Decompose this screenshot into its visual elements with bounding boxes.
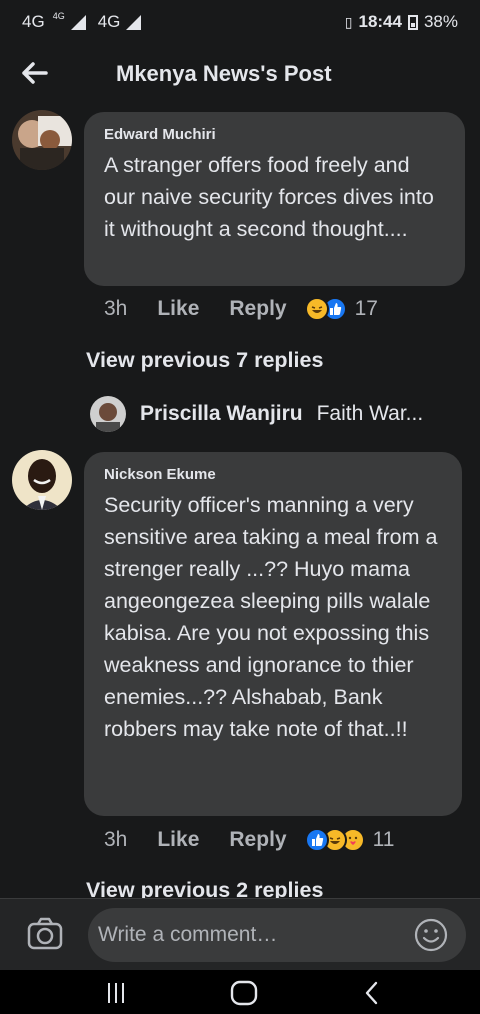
like-button[interactable]: Like xyxy=(157,828,199,852)
comment-author[interactable]: Edward Muchiri xyxy=(104,126,445,143)
battery-percent: 38% xyxy=(423,12,458,31)
comment-actions: 3h Like Reply 11 xyxy=(104,828,394,852)
system-nav-bar xyxy=(0,970,480,1014)
avatar[interactable] xyxy=(12,450,72,510)
page-title: Mkenya News's Post xyxy=(116,61,332,86)
status-right: ▯ 18:44 38% xyxy=(345,12,458,32)
reaction-summary[interactable] xyxy=(304,297,347,321)
reply-preview[interactable]: Priscilla Wanjiru Faith War... xyxy=(90,396,423,432)
comment-time[interactable]: 3h xyxy=(104,828,127,852)
header: Mkenya News's Post xyxy=(0,44,480,102)
comment-composer xyxy=(0,898,480,970)
avatar[interactable] xyxy=(12,110,72,170)
vibrate-icon: ▯ xyxy=(344,13,353,30)
signal-icon-2 xyxy=(126,14,142,30)
battery-icon xyxy=(407,14,418,30)
home-icon[interactable] xyxy=(224,978,264,1008)
reply-button[interactable]: Reply xyxy=(229,828,286,852)
like-reaction-icon xyxy=(304,828,329,852)
reply-preview-text: Faith War... xyxy=(316,402,424,425)
recents-icon[interactable] xyxy=(96,978,136,1008)
comment-actions: 3h Like Reply 17 xyxy=(104,297,378,321)
clock: 18:44 xyxy=(358,12,402,31)
reply-author: Priscilla Wanjiru xyxy=(140,402,303,425)
reaction-summary[interactable] xyxy=(304,828,365,852)
view-previous-replies[interactable]: View previous 7 replies xyxy=(86,348,323,373)
network-label: 4G xyxy=(22,12,45,31)
reaction-count[interactable]: 17 xyxy=(355,297,378,321)
reply-avatar xyxy=(90,396,126,432)
comment-bubble[interactable]: Edward Muchiri A stranger offers food fr… xyxy=(84,112,465,286)
comment-input[interactable] xyxy=(88,908,466,962)
signal-icon xyxy=(70,14,86,30)
reaction-count[interactable]: 11 xyxy=(373,828,395,852)
back-nav-icon[interactable] xyxy=(352,978,392,1008)
network-sup: 4G xyxy=(52,11,65,21)
emoji-icon[interactable] xyxy=(414,918,448,952)
comment-time[interactable]: 3h xyxy=(104,297,127,321)
view-previous-replies[interactable]: View previous 2 replies xyxy=(86,878,323,898)
network-label-2: 4G xyxy=(97,12,121,31)
like-button[interactable]: Like xyxy=(157,297,199,321)
comment-text: A stranger offers food freely and our na… xyxy=(104,153,434,241)
status-left: 4G 4G 4G xyxy=(22,11,142,32)
comment-author[interactable]: Nickson Ekume xyxy=(104,466,442,483)
reply-button[interactable]: Reply xyxy=(229,297,286,321)
comment-text: Security officer's manning a very sensit… xyxy=(104,493,438,741)
back-arrow-icon[interactable] xyxy=(20,58,50,88)
comment-bubble[interactable]: Nickson Ekume Security officer's manning… xyxy=(84,452,462,816)
haha-reaction-icon xyxy=(304,297,329,321)
status-bar: 4G 4G 4G ▯ 18:44 38% xyxy=(0,0,480,44)
camera-icon[interactable] xyxy=(26,915,64,953)
